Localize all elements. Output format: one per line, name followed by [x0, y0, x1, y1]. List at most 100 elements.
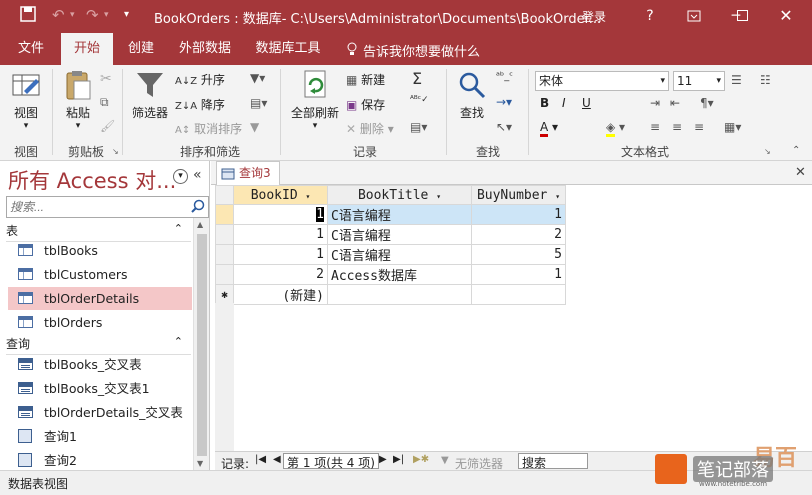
align-center-icon[interactable]: ≡	[672, 120, 682, 134]
new-record-cell[interactable]: (新建)	[233, 284, 328, 305]
cell-bookid[interactable]: 1	[233, 244, 328, 265]
redo-dropdown-icon[interactable]: ▾	[104, 10, 109, 20]
column-header-bookid[interactable]: BookID ▾	[233, 185, 328, 205]
collapse-ribbon-icon[interactable]: ⌃	[792, 145, 800, 156]
record-selector[interactable]	[215, 244, 234, 265]
help-button[interactable]: ?	[636, 4, 664, 28]
bold-icon[interactable]: B	[540, 96, 549, 110]
nav-category-queries[interactable]: 查询 ⌃	[6, 335, 191, 355]
find-button[interactable]: 查找	[454, 69, 490, 121]
collapse-chevron-icon[interactable]: ⌃	[174, 222, 183, 235]
italic-icon[interactable]: I	[562, 96, 566, 110]
select-all-cell[interactable]	[215, 185, 234, 205]
new-blank-record-icon[interactable]: ▶✱	[413, 454, 429, 465]
totals-icon[interactable]: Σ	[412, 69, 422, 88]
cell-buynumber[interactable]: 1	[471, 264, 566, 285]
cell-booktitle[interactable]: C语言编程	[327, 204, 472, 225]
ribbon-display-options-button[interactable]	[680, 4, 708, 28]
search-icon[interactable]	[191, 199, 205, 216]
toggle-filter-icon[interactable]: ▼	[250, 120, 259, 134]
cell-booktitle[interactable]: C语言编程	[327, 224, 472, 245]
record-selector[interactable]	[215, 204, 234, 225]
cell-bookid[interactable]: 1	[233, 224, 328, 245]
collapse-chevron-icon[interactable]: ⌃	[174, 335, 183, 348]
column-header-buynumber[interactable]: BuyNumber ▾	[471, 185, 566, 205]
tab-create[interactable]: 创建	[116, 33, 166, 65]
table-row[interactable]: 1 C语言编程 5	[215, 244, 566, 265]
close-window-button[interactable]: ✕	[772, 4, 800, 28]
nav-item-tblorders[interactable]: tblOrders	[8, 311, 192, 334]
cell-bookid[interactable]: 1	[233, 204, 328, 225]
cell-booktitle[interactable]: Access数据库	[327, 264, 472, 285]
record-position-box[interactable]: 第 1 项(共 4 项)	[283, 453, 379, 470]
save-record-button[interactable]: ▣ 保存	[346, 96, 385, 113]
tab-external-data[interactable]: 外部数据	[172, 33, 238, 65]
selection-filter-icon[interactable]: ▼▾	[250, 71, 265, 85]
underline-icon[interactable]: U	[582, 96, 591, 110]
font-size-select[interactable]: 11 ▾	[673, 71, 725, 91]
nav-menu-icon[interactable]: ▾	[173, 169, 188, 184]
nav-item-tblbooks[interactable]: tblBooks	[8, 239, 192, 262]
document-tab-query3[interactable]: 查询3	[216, 161, 280, 185]
cell-buynumber[interactable]: 5	[471, 244, 566, 265]
cell-buynumber[interactable]: 2	[471, 224, 566, 245]
nav-item-tblcustomers[interactable]: tblCustomers	[8, 263, 192, 286]
gridlines-icon[interactable]: ▦▾	[724, 120, 741, 134]
nav-pane-scrollbar[interactable]: ▲ ▼	[193, 218, 209, 470]
select-icon[interactable]: ↖▾	[496, 120, 512, 134]
redo-icon[interactable]: ↷	[86, 6, 99, 24]
shutter-bar-close-icon[interactable]: «	[193, 167, 202, 183]
save-icon[interactable]	[20, 6, 36, 26]
cell-bookid[interactable]: 2	[233, 264, 328, 285]
nav-search-input[interactable]	[7, 197, 187, 217]
nav-item-tblorderdetails[interactable]: tblOrderDetails	[8, 287, 192, 310]
nav-item-query[interactable]: 查询1	[8, 425, 192, 448]
paste-button[interactable]: 粘贴 ▾	[60, 69, 96, 131]
previous-record-icon[interactable]: ◀	[273, 454, 281, 465]
cut-icon[interactable]: ✂	[100, 71, 112, 87]
font-color-icon[interactable]: A ▾	[540, 120, 558, 137]
new-record-row[interactable]: ✱ (新建)	[215, 284, 566, 305]
refresh-all-button[interactable]: 全部刷新 ▾	[288, 69, 342, 131]
cell-buynumber[interactable]: 1	[471, 204, 566, 225]
nav-item-query[interactable]: tblBooks_交叉表1	[8, 377, 192, 400]
more-records-icon[interactable]: ▤▾	[410, 120, 427, 134]
sort-ascending-button[interactable]: A↓Z 升序	[175, 71, 225, 88]
customize-toolbar-icon[interactable]: ▾	[124, 9, 129, 20]
column-header-booktitle[interactable]: BookTitle ▾	[327, 185, 472, 205]
goto-icon[interactable]: →▾	[496, 95, 512, 109]
nav-item-query[interactable]: 查询2	[8, 449, 192, 469]
undo-dropdown-icon[interactable]: ▾	[70, 10, 75, 20]
remove-sort-button[interactable]: A↕ 取消排序	[175, 120, 242, 137]
undo-icon[interactable]: ↶	[52, 6, 65, 24]
advanced-filter-icon[interactable]: ▤▾	[250, 96, 267, 110]
delete-record-button[interactable]: ✕ 删除 ▾	[346, 120, 394, 137]
format-painter-icon[interactable]: 🖌	[100, 119, 115, 133]
align-left-icon[interactable]: ≡	[650, 120, 660, 134]
nav-pane-title[interactable]: 所有 Access 对...	[8, 165, 176, 195]
copy-icon[interactable]: ⧉	[100, 95, 109, 110]
new-record-cell[interactable]	[471, 284, 566, 305]
align-right-icon[interactable]: ≡	[694, 120, 704, 134]
new-record-cell[interactable]	[327, 284, 472, 305]
table-row[interactable]: 1 C语言编程 1	[215, 204, 566, 225]
tell-me-search[interactable]: 告诉我你想要做什么	[363, 41, 480, 60]
indent-icon[interactable]: ⇥	[650, 96, 660, 110]
new-record-marker[interactable]: ✱	[215, 284, 234, 305]
sort-descending-button[interactable]: Z↓A 降序	[175, 96, 225, 113]
ltr-icon[interactable]: ¶▾	[700, 96, 714, 110]
text-format-launcher-icon[interactable]: ↘	[764, 147, 771, 156]
bullets-icon[interactable]: ☷	[760, 73, 771, 87]
record-selector[interactable]	[215, 224, 234, 245]
record-selector[interactable]	[215, 264, 234, 285]
nav-item-query[interactable]: tblBooks_交叉表	[8, 353, 192, 376]
close-document-icon[interactable]: ✕	[795, 165, 806, 180]
background-color-icon[interactable]: ◈ ▾	[606, 120, 625, 137]
tab-database-tools[interactable]: 数据库工具	[248, 33, 328, 65]
filter-button[interactable]: 筛选器	[128, 69, 172, 121]
spelling-icon[interactable]: ᴬᴮᶜ✓	[410, 95, 429, 105]
table-row[interactable]: 2 Access数据库 1	[215, 264, 566, 285]
clipboard-launcher-icon[interactable]: ↘	[112, 147, 119, 156]
next-record-icon[interactable]: ▶	[379, 454, 387, 465]
scroll-thumb[interactable]	[197, 234, 207, 456]
